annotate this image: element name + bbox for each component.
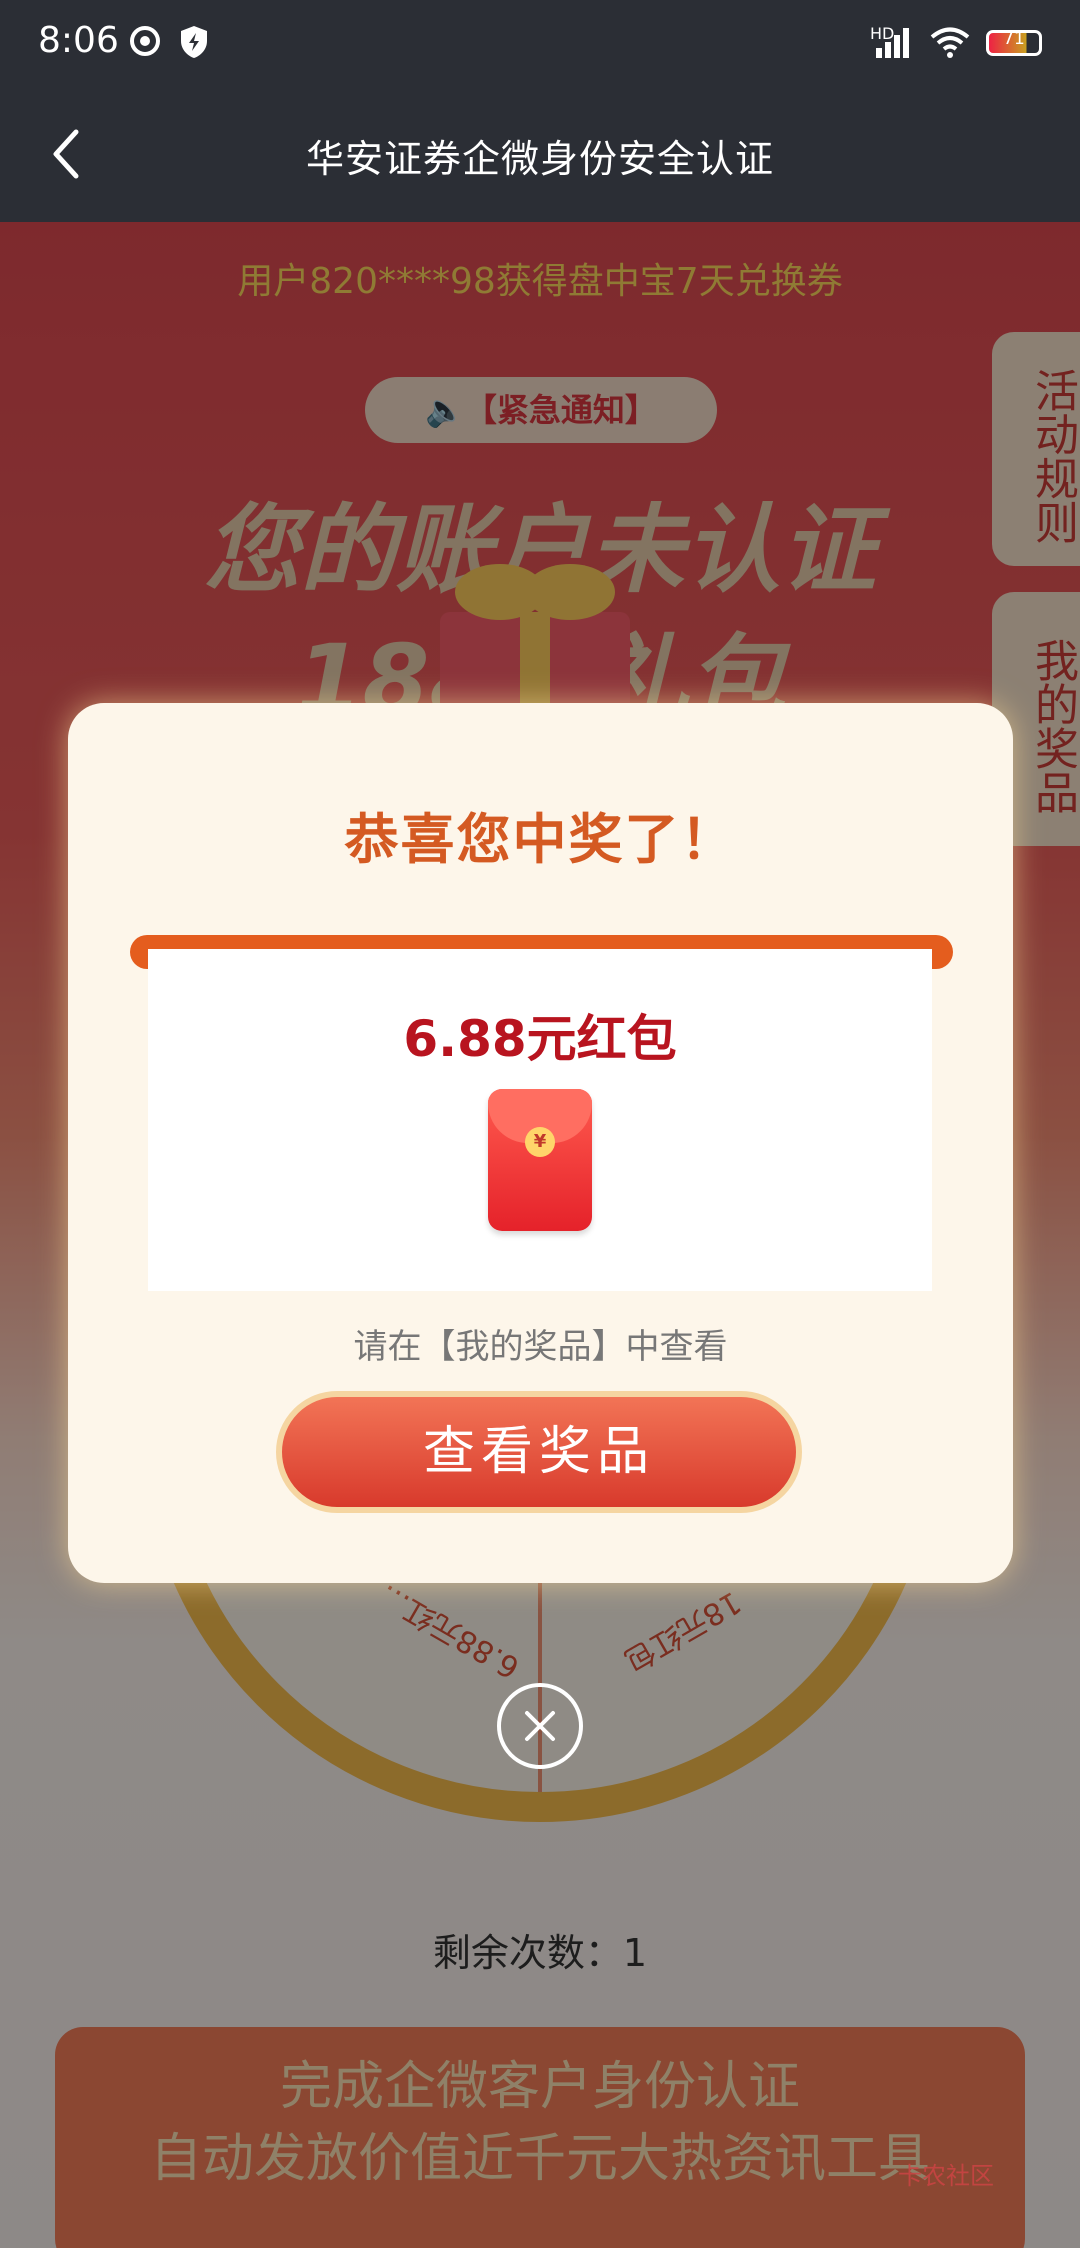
prize-modal: 恭喜您中奖了！ 6.88元红包 ¥ 请在【我的奖品】中查看 查看奖品 xyxy=(68,703,1013,1583)
view-prize-button[interactable]: 查看奖品 xyxy=(276,1391,802,1513)
app-notification-icon xyxy=(130,26,160,56)
close-modal-button[interactable] xyxy=(497,1683,583,1769)
status-time: 8:06 xyxy=(38,20,119,61)
watermark: 卡农社区 xyxy=(898,2162,994,2190)
modal-heading: 恭喜您中奖了！ xyxy=(344,808,737,871)
yuan-coin-icon: ¥ xyxy=(525,1127,555,1157)
close-icon xyxy=(525,1711,555,1741)
page-title: 华安证券企微身份安全认证 xyxy=(305,137,774,181)
wifi-icon xyxy=(930,27,970,58)
shield-icon xyxy=(181,26,207,58)
status-bar: 8:06 HD 71 xyxy=(0,0,1080,88)
prize-card: 6.88元红包 ¥ xyxy=(148,949,932,1291)
prize-name: 6.88元红包 xyxy=(403,1010,677,1068)
battery-level: 71 xyxy=(1003,29,1025,49)
signal-icon xyxy=(876,28,909,58)
battery-icon: 71 xyxy=(986,29,1042,56)
red-envelope-icon: ¥ xyxy=(488,1089,592,1231)
nav-bar: 华安证券企微身份安全认证 xyxy=(0,88,1080,222)
prize-hint: 请在【我的奖品】中查看 xyxy=(353,1327,728,1367)
